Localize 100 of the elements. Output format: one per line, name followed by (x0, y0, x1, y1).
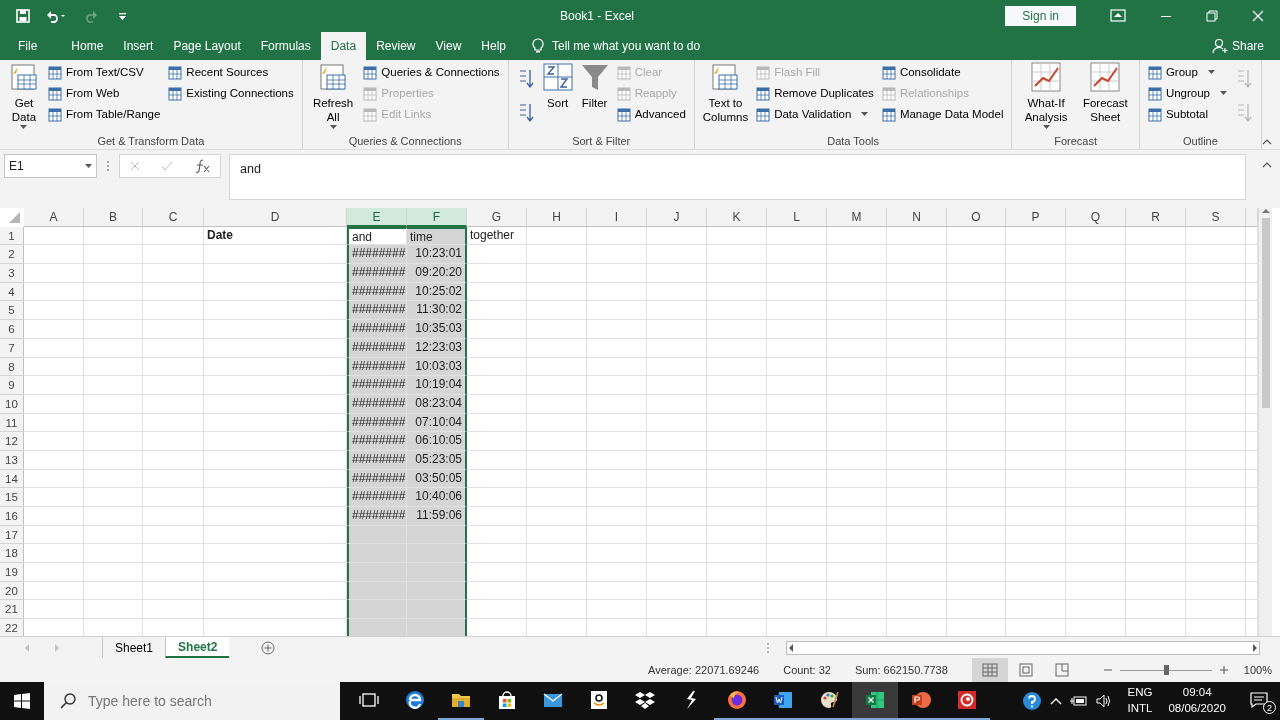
table-cell[interactable]: together (467, 226, 527, 246)
function-icon[interactable] (193, 159, 210, 173)
table-cell[interactable]: ######## (347, 264, 407, 283)
ribbon-button[interactable]: Subtotal (1145, 104, 1229, 125)
column-header[interactable]: D (204, 208, 347, 227)
check-icon[interactable] (161, 161, 173, 171)
table-cell[interactable]: 10:19:04 (407, 376, 467, 395)
column-header[interactable]: I (587, 208, 647, 227)
zoom-in-icon[interactable] (1219, 666, 1228, 674)
column-header[interactable]: L (767, 208, 827, 227)
table-cell[interactable]: ######## (347, 507, 407, 526)
table-cell[interactable]: 11:59:06 (407, 507, 467, 526)
ribbon-button[interactable]: Existing Connections (166, 83, 296, 104)
restore-icon[interactable] (1206, 10, 1218, 22)
column-header[interactable]: B (84, 208, 143, 227)
row-header[interactable]: 5 (0, 301, 24, 321)
scroll-right-icon[interactable] (1251, 643, 1259, 652)
zoom-out-icon[interactable] (1103, 666, 1112, 674)
slider-thumb[interactable] (1163, 665, 1169, 675)
row-header[interactable]: 21 (0, 600, 24, 620)
chevron-up-icon[interactable] (1049, 697, 1062, 705)
ribbon-tab[interactable]: Home (61, 32, 114, 60)
row-header[interactable]: 19 (0, 563, 24, 582)
ribbon-button[interactable]: Get Data (6, 62, 42, 130)
horizontal-scrollbar[interactable] (786, 640, 1260, 655)
ribbon-tab[interactable]: File (8, 32, 48, 60)
ribbon-button[interactable]: Manage Data Model (879, 104, 1006, 125)
row-header[interactable]: 15 (0, 488, 24, 507)
table-cell[interactable]: 10:23:01 (407, 245, 467, 265)
table-cell[interactable]: ######## (347, 301, 407, 321)
next-sheet-icon[interactable] (54, 643, 60, 652)
close-icon[interactable] (1252, 10, 1264, 22)
column-header[interactable]: Q (1066, 208, 1126, 227)
ribbon-button[interactable]: Remove Duplicates (754, 83, 876, 104)
ribbon-tab[interactable]: Data (320, 32, 367, 60)
table-cell[interactable]: ######## (347, 320, 407, 339)
ribbon-button[interactable]: From Table/Range (45, 104, 163, 125)
table-cell[interactable]: 10:35:03 (407, 320, 467, 339)
share-button[interactable]: Share (1231, 37, 1264, 55)
row-header[interactable]: 3 (0, 264, 24, 283)
ribbon-button[interactable]: Refresh All (308, 62, 358, 130)
clock-date[interactable]: 08/06/2020 (1168, 701, 1226, 717)
ribbon-button[interactable]: Advanced (614, 104, 688, 125)
keyboard-layout[interactable]: INTL (1127, 701, 1153, 717)
ribbon-tab[interactable]: Help (471, 32, 516, 60)
formula-field[interactable]: and (229, 154, 1246, 200)
save-icon[interactable] (16, 9, 30, 23)
table-cell[interactable]: 10:40:06 (407, 488, 467, 507)
ribbon-button[interactable]: From Text/CSV (45, 62, 163, 83)
table-cell[interactable]: ######## (347, 432, 407, 451)
row-header[interactable]: 16 (0, 507, 24, 526)
ribbon-button[interactable]: Text to Columns (700, 62, 751, 125)
ribbon-tab[interactable]: Review (366, 32, 426, 60)
table-cell[interactable]: 09:20:20 (407, 264, 467, 283)
ribbon-button[interactable]: Filter (578, 62, 611, 111)
table-cell[interactable]: 06:10:05 (407, 432, 467, 451)
windows-logo-icon[interactable] (14, 693, 30, 709)
column-header[interactable]: A (24, 208, 84, 227)
column-header[interactable]: J (647, 208, 707, 227)
column-header[interactable]: S (1186, 208, 1246, 227)
ribbon-button[interactable]: Sort (540, 62, 575, 111)
ribbon-button[interactable]: Group (1145, 62, 1229, 83)
table-cell[interactable]: ######## (347, 376, 407, 395)
row-header[interactable]: 9 (0, 376, 24, 395)
battery-icon[interactable] (1069, 695, 1088, 707)
ribbon-button[interactable]: From Web (45, 83, 163, 104)
ribbon-button[interactable]: Forecast Sheet (1077, 62, 1133, 125)
row-header[interactable]: 6 (0, 320, 24, 339)
help-icon[interactable] (1021, 691, 1042, 711)
column-header[interactable]: E (347, 208, 407, 227)
table-cell[interactable]: 11:30:02 (407, 301, 467, 321)
tell-me-search[interactable]: Tell me what you want to do (552, 37, 701, 55)
row-header[interactable]: 2 (0, 245, 24, 265)
row-header[interactable]: 1 (0, 226, 24, 246)
column-header[interactable]: K (707, 208, 767, 227)
ribbon-button[interactable]: Consolidate (879, 62, 1006, 83)
column-header[interactable]: M (827, 208, 887, 227)
language-indicator[interactable]: ENG (1127, 685, 1153, 701)
sheet-tab[interactable]: Sheet2 (165, 637, 230, 658)
previous-sheet-icon[interactable] (24, 643, 30, 652)
name-box[interactable]: E1 (4, 154, 97, 178)
cancel-icon[interactable] (130, 161, 141, 171)
column-header[interactable]: G (467, 208, 527, 227)
column-header[interactable]: N (887, 208, 947, 227)
ribbon-button[interactable]: Queries & Connections (361, 62, 502, 83)
column-header[interactable]: O (947, 208, 1006, 227)
collapse-ribbon-icon[interactable] (1262, 139, 1272, 145)
column-header[interactable]: H (527, 208, 587, 227)
zoom-level[interactable]: 100% (1243, 661, 1272, 679)
split-handle-icon[interactable] (766, 641, 770, 654)
customize-icon[interactable] (118, 11, 128, 21)
ribbon-button[interactable]: Data Validation (754, 104, 876, 125)
table-cell[interactable]: ######## (347, 488, 407, 507)
ribbon-button[interactable]: Ungroup (1145, 83, 1229, 104)
column-header[interactable]: C (143, 208, 204, 227)
row-header[interactable]: 18 (0, 544, 24, 564)
clock-time[interactable]: 09:04 (1182, 685, 1212, 701)
vertical-scrollbar[interactable] (1258, 208, 1272, 636)
ribbon-button[interactable]: What-If Analysis (1018, 62, 1074, 130)
undo-icon[interactable] (46, 9, 66, 23)
